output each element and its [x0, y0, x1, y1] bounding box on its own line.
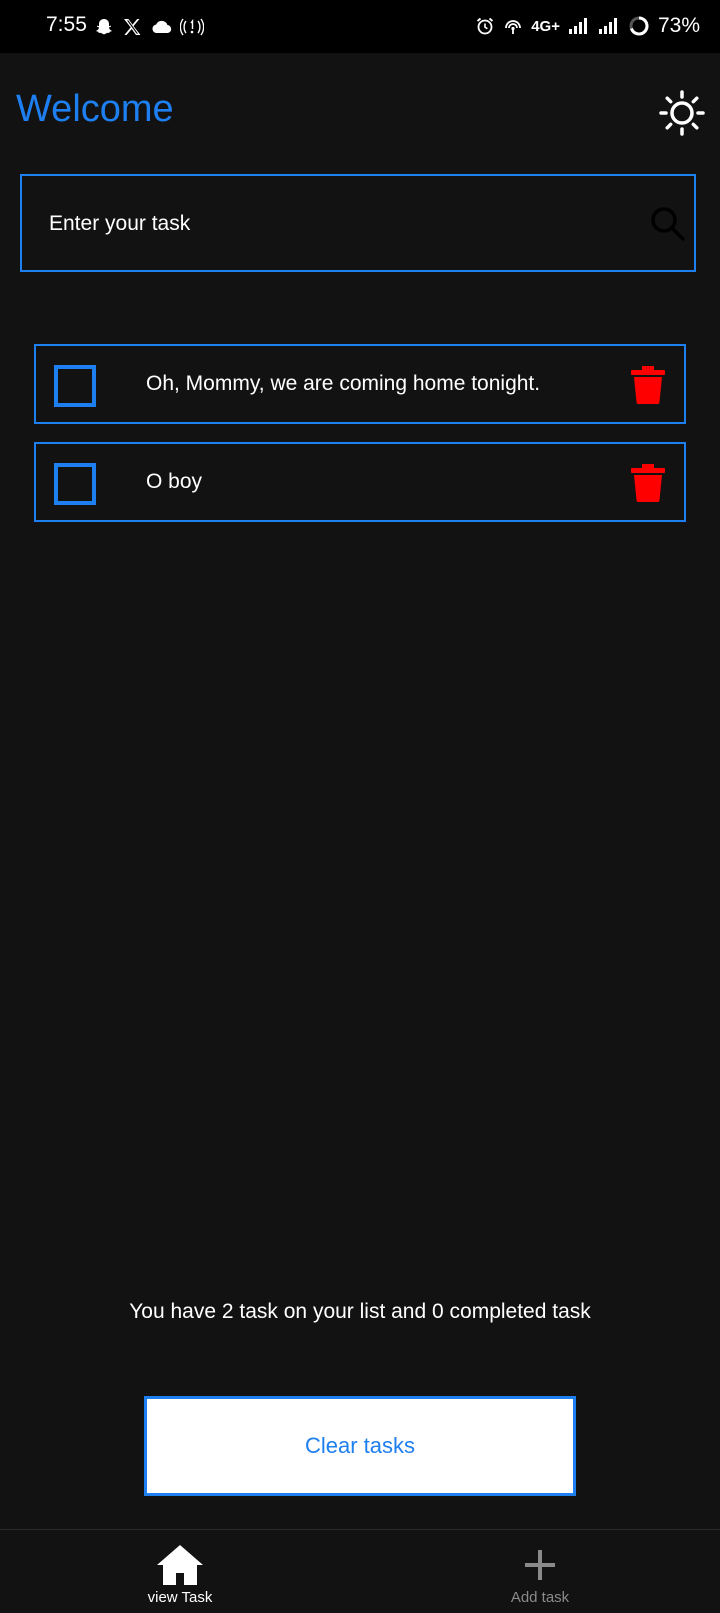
- signal-icon: [568, 18, 587, 34]
- search-box: [20, 174, 696, 272]
- x-logo-icon: [124, 19, 141, 35]
- cloud-icon: [152, 20, 172, 34]
- nav-view-task-label: view Task: [147, 1589, 213, 1606]
- trash-icon[interactable]: [630, 366, 666, 404]
- plus-icon: [525, 1550, 555, 1580]
- summary-suffix: completed task: [443, 1300, 591, 1323]
- alarm-icon: [477, 17, 494, 35]
- nav-view-task[interactable]: view Task: [80, 1530, 280, 1613]
- page-title: Welcome: [16, 88, 174, 130]
- snapchat-icon: [96, 19, 112, 35]
- status-right-icons: 4G+ 73%: [475, 12, 700, 40]
- completed-count: 0: [432, 1300, 444, 1323]
- trash-icon[interactable]: [630, 464, 666, 502]
- status-left-icons: [94, 14, 204, 40]
- task-input[interactable]: [47, 176, 631, 272]
- nav-add-task-label: Add task: [510, 1589, 570, 1606]
- hotspot-icon: [180, 18, 204, 36]
- task-label: Oh, Mommy, we are coming home tonight.: [146, 372, 541, 395]
- status-bar: 7:55 4G+ 73%: [0, 0, 720, 53]
- task-label: O boy: [146, 470, 203, 493]
- task-item: Oh, Mommy, we are coming home tonight.: [34, 344, 686, 424]
- battery-icon: [629, 16, 649, 36]
- network-type: 4G+: [531, 17, 560, 35]
- search-icon[interactable]: [648, 204, 686, 242]
- task-checkbox[interactable]: [54, 365, 96, 407]
- bottom-nav: view Task Add task: [0, 1529, 720, 1613]
- clear-tasks-button[interactable]: Clear tasks: [144, 1396, 576, 1496]
- summary-prefix: You have: [129, 1300, 222, 1323]
- signal-icon: [598, 18, 617, 34]
- task-count: 2: [221, 1300, 234, 1323]
- home-icon: [157, 1545, 203, 1585]
- task-summary: You have 2 task on your list and 0 compl…: [0, 1300, 720, 1324]
- battery-percent: 73%: [657, 14, 700, 37]
- nav-add-task[interactable]: Add task: [440, 1530, 640, 1613]
- theme-toggle-button[interactable]: [658, 89, 706, 137]
- task-item: O boy: [34, 442, 686, 522]
- summary-middle: task on your list and: [233, 1300, 432, 1323]
- status-time: 7:55: [46, 13, 87, 36]
- task-checkbox[interactable]: [54, 463, 96, 505]
- wireless-icon: [505, 20, 522, 34]
- sun-icon: [659, 90, 705, 136]
